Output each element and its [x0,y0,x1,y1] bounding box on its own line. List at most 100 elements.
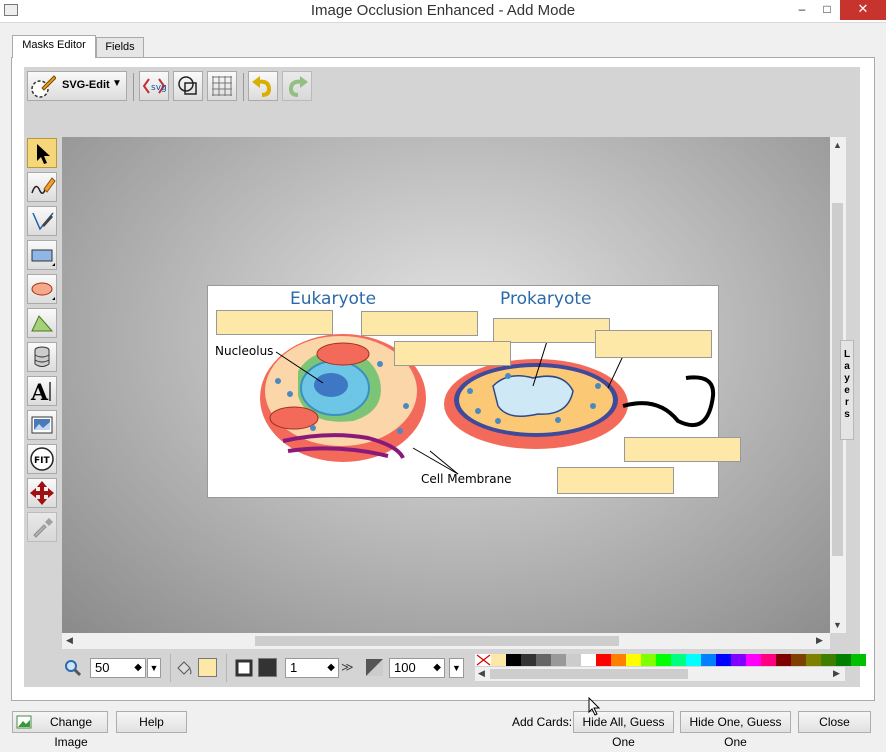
cursor-arrow-icon [37,144,50,164]
rectangle-icon [31,249,55,266]
close-button[interactable]: Close [798,711,871,733]
hide-one-guess-one-button[interactable]: Hide One, Guess One [680,711,791,749]
ellipse-tool[interactable] [27,274,57,304]
scroll-up-icon[interactable]: ▲ [833,140,842,150]
toolbar-separator [243,73,244,101]
tab-fields[interactable]: Fields [96,37,144,57]
palette-swatch[interactable] [596,654,611,666]
palette-swatch[interactable] [851,654,866,666]
rectangle-tool[interactable] [27,240,57,270]
occlusion-mask[interactable] [493,318,610,343]
close-window-button[interactable]: ✕ [840,0,886,20]
occlusion-mask[interactable] [595,330,712,358]
palette-swatch[interactable] [536,654,551,666]
tab-masks-editor[interactable]: Masks Editor [12,35,96,58]
palette-swatch[interactable] [506,654,521,666]
polygon-tool[interactable] [27,308,57,338]
layers-panel-toggle[interactable]: Layers [840,340,854,440]
move-arrows-icon [30,481,54,505]
source-code-button[interactable]: svg [139,71,169,101]
zoom-fit-tool[interactable]: FIT [27,444,57,474]
scroll-right-icon[interactable]: ▶ [833,668,840,679]
horizontal-scroll-thumb[interactable] [255,636,619,646]
spinner-icon[interactable]: ◆ [327,659,335,677]
database-stack-icon [34,346,50,367]
svg-edit-label: SVG-Edit [62,79,110,91]
palette-swatch[interactable] [821,654,836,666]
stroke-color-swatch[interactable] [258,658,277,677]
chevron-down-icon: ▼ [452,663,461,673]
svg-text:svg: svg [151,83,167,93]
opacity-input[interactable]: 100 ◆ [389,658,445,678]
palette-swatch[interactable] [491,654,506,666]
palette-swatch[interactable] [716,654,731,666]
opacity-dropdown[interactable]: ▼ [449,658,464,678]
eyedropper-icon [33,518,53,538]
palette-swatch[interactable] [836,654,851,666]
scroll-right-icon[interactable]: ▶ [816,635,823,646]
grid-button[interactable] [207,71,237,101]
occlusion-mask[interactable] [216,310,333,335]
palette-swatch[interactable] [701,654,716,666]
palette-swatch[interactable] [806,654,821,666]
layer-tool[interactable] [27,342,57,372]
text-tool[interactable]: A [27,376,57,406]
color-palette[interactable] [475,654,866,666]
select-tool[interactable] [27,138,57,168]
eukaryote-heading: Eukaryote [290,289,376,309]
occlusion-mask[interactable] [394,341,511,366]
palette-swatch[interactable] [776,654,791,666]
palette-scroll-thumb[interactable] [490,669,688,679]
occlusion-mask[interactable] [557,467,674,494]
ellipse-icon [31,282,55,300]
palette-swatch[interactable] [581,654,596,666]
svg-text:A: A [30,380,49,405]
palette-swatch[interactable] [626,654,641,666]
palette-swatch[interactable] [671,654,686,666]
spinner-icon[interactable]: ◆ [134,659,142,677]
occlusion-mask[interactable] [624,437,741,462]
stroke-width-input[interactable]: 1 ◆ [285,658,339,678]
svg-edit-menu-button[interactable]: SVG-Edit ▼ [27,71,127,101]
maximize-button[interactable]: □ [815,0,839,20]
stroke-style-more-button[interactable]: ≫ [341,660,354,674]
undo-button[interactable] [248,71,278,101]
palette-swatch[interactable] [686,654,701,666]
zoom-input[interactable]: 50 ◆ [90,658,146,678]
mouse-cursor-icon [588,697,601,716]
palette-swatch[interactable] [791,654,806,666]
change-image-label: Change Image [49,715,93,749]
fill-color-swatch[interactable] [198,658,217,677]
palette-swatch[interactable] [521,654,536,666]
palette-swatch[interactable] [761,654,776,666]
zoom-value: 50 [95,660,110,675]
palette-swatch[interactable] [611,654,626,666]
scroll-left-icon[interactable]: ◀ [478,668,485,679]
add-cards-label: Add Cards: [512,715,573,729]
palette-swatch[interactable] [551,654,566,666]
spinner-icon[interactable]: ◆ [433,659,441,677]
redo-button[interactable] [282,71,312,101]
wireframe-button[interactable] [173,71,203,101]
change-image-button[interactable]: Change Image [12,711,108,749]
nucleolus-label: Nucleolus [215,344,273,358]
image-tool[interactable] [27,410,57,440]
minimize-button[interactable]: – [790,0,814,20]
no-color-icon[interactable] [476,654,491,666]
pan-tool[interactable] [27,478,57,508]
zoom-dropdown[interactable]: ▼ [147,658,161,678]
scroll-left-icon[interactable]: ◀ [66,635,73,646]
palette-swatch[interactable] [746,654,761,666]
eyedropper-tool[interactable] [27,512,57,542]
palette-swatch[interactable] [566,654,581,666]
palette-swatch[interactable] [731,654,746,666]
dropdown-arrow-icon: ▼ [112,78,122,89]
path-tool[interactable] [27,206,57,236]
palette-swatch[interactable] [641,654,656,666]
palette-swatch[interactable] [656,654,671,666]
layers-label: Layers [843,349,851,420]
scroll-down-icon[interactable]: ▼ [833,620,842,630]
freehand-tool[interactable] [27,172,57,202]
occlusion-mask[interactable] [361,311,478,336]
help-button[interactable]: Help [116,711,187,733]
